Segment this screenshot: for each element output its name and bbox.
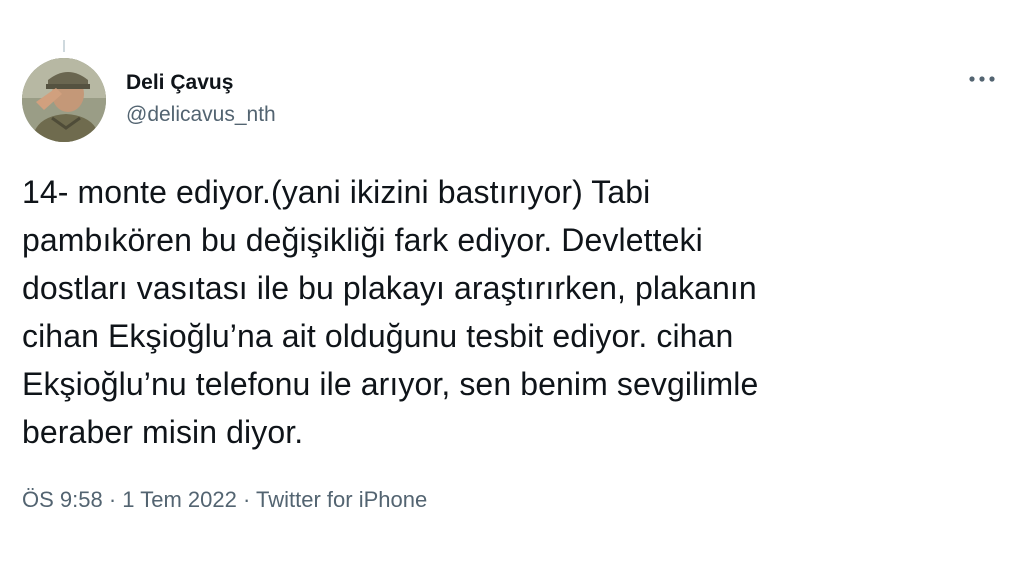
tweet-header: Deli Çavuş @delicavus_nth [22,58,1002,144]
avatar[interactable] [22,58,106,142]
thread-connector [63,40,65,52]
meta-separator: · [236,487,257,512]
tweet-text-line: beraber misin diyor. [22,414,304,450]
tweet-meta: ÖS 9:58 · 1 Tem 2022 · Twitter for iPhon… [22,486,427,514]
more-horizontal-icon [969,76,995,82]
tweet-card: Deli Çavuş @delicavus_nth 14- monte ediy… [0,0,1024,576]
tweet-text-line: 14- monte ediyor.(yani ikizini bastırıyo… [22,174,651,210]
tweet-text: 14- monte ediyor.(yani ikizini bastırıyo… [22,168,982,456]
author-display-name[interactable]: Deli Çavuş [126,70,276,96]
tweet-text-line: dostları vasıtası ile bu plakayı araştır… [22,270,757,306]
tweet-source[interactable]: Twitter for iPhone [256,487,427,512]
tweet-text-line: cihan Ekşioğlu’na ait olduğunu tesbit ed… [22,318,734,354]
tweet-time[interactable]: ÖS 9:58 [22,487,103,512]
author-handle[interactable]: @delicavus_nth [126,102,276,128]
more-options-button[interactable] [962,64,1002,94]
meta-separator: · [102,487,123,512]
tweet-text-line: Ekşioğlu’nu telefonu ile arıyor, sen ben… [22,366,759,402]
avatar-image [22,58,106,142]
tweet-text-line: pambıkören bu değişikliği fark ediyor. D… [22,222,703,258]
tweet-date[interactable]: 1 Tem 2022 [122,487,237,512]
author-names: Deli Çavuş @delicavus_nth [126,70,276,128]
